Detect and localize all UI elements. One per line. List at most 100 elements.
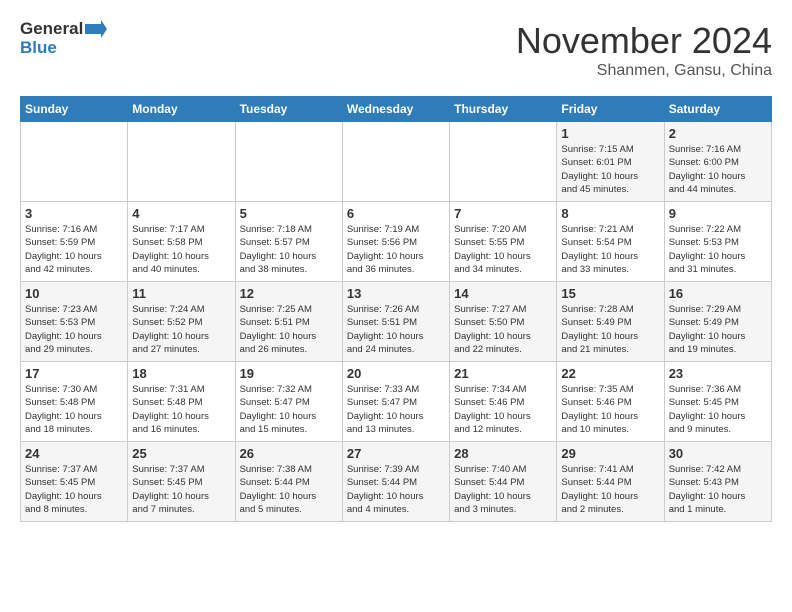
- day-info: Sunrise: 7:30 AM Sunset: 5:48 PM Dayligh…: [25, 383, 123, 436]
- day-info: Sunrise: 7:16 AM Sunset: 5:59 PM Dayligh…: [25, 223, 123, 276]
- week-row-3: 10 Sunrise: 7:23 AM Sunset: 5:53 PM Dayli…: [21, 282, 772, 362]
- day-number: 8: [561, 206, 659, 221]
- calendar-cell: [128, 122, 235, 202]
- day-info: Sunrise: 7:33 AM Sunset: 5:47 PM Dayligh…: [347, 383, 445, 436]
- day-number: 3: [25, 206, 123, 221]
- day-info: Sunrise: 7:39 AM Sunset: 5:44 PM Dayligh…: [347, 463, 445, 516]
- day-number: 12: [240, 286, 338, 301]
- day-number: 20: [347, 366, 445, 381]
- calendar-cell: 10 Sunrise: 7:23 AM Sunset: 5:53 PM Dayli…: [21, 282, 128, 362]
- day-info: Sunrise: 7:18 AM Sunset: 5:57 PM Dayligh…: [240, 223, 338, 276]
- calendar-cell: 2Sunrise: 7:16 AM Sunset: 6:00 PM Daylig…: [664, 122, 771, 202]
- day-number: 19: [240, 366, 338, 381]
- day-number: 17: [25, 366, 123, 381]
- day-info: Sunrise: 7:25 AM Sunset: 5:51 PM Dayligh…: [240, 303, 338, 356]
- day-number: 28: [454, 446, 552, 461]
- calendar-cell: 14Sunrise: 7:27 AM Sunset: 5:50 PM Dayli…: [450, 282, 557, 362]
- day-info: Sunrise: 7:29 AM Sunset: 5:49 PM Dayligh…: [669, 303, 767, 356]
- day-number: 10: [25, 286, 123, 301]
- day-info: Sunrise: 7:26 AM Sunset: 5:51 PM Dayligh…: [347, 303, 445, 356]
- logo-line2: Blue: [20, 39, 107, 58]
- day-info: Sunrise: 7:37 AM Sunset: 5:45 PM Dayligh…: [132, 463, 230, 516]
- day-info: Sunrise: 7:32 AM Sunset: 5:47 PM Dayligh…: [240, 383, 338, 436]
- day-header-saturday: Saturday: [664, 97, 771, 122]
- day-number: 14: [454, 286, 552, 301]
- day-number: 1: [561, 126, 659, 141]
- day-number: 11: [132, 286, 230, 301]
- month-title: November 2024: [516, 20, 772, 62]
- day-number: 16: [669, 286, 767, 301]
- calendar-cell: 15Sunrise: 7:28 AM Sunset: 5:49 PM Dayli…: [557, 282, 664, 362]
- week-row-1: 1 Sunrise: 7:15 AM Sunset: 6:01 PM Daylig…: [21, 122, 772, 202]
- day-header-tuesday: Tuesday: [235, 97, 342, 122]
- logo-container: General Blue: [20, 20, 107, 57]
- day-info: Sunrise: 7:22 AM Sunset: 5:53 PM Dayligh…: [669, 223, 767, 276]
- day-info: Sunrise: 7:28 AM Sunset: 5:49 PM Dayligh…: [561, 303, 659, 356]
- day-number: 4: [132, 206, 230, 221]
- day-info: Sunrise: 7:37 AM Sunset: 5:45 PM Dayligh…: [25, 463, 123, 516]
- week-row-4: 17 Sunrise: 7:30 AM Sunset: 5:48 PM Dayli…: [21, 362, 772, 442]
- calendar-cell: 8 Sunrise: 7:21 AM Sunset: 5:54 PM Daylig…: [557, 202, 664, 282]
- day-info: Sunrise: 7:31 AM Sunset: 5:48 PM Dayligh…: [132, 383, 230, 436]
- day-number: 18: [132, 366, 230, 381]
- day-number: 9: [669, 206, 767, 221]
- day-header-friday: Friday: [557, 97, 664, 122]
- title-block: November 2024 Shanmen, Gansu, China: [516, 20, 772, 80]
- logo-arrow-icon: [85, 20, 107, 38]
- calendar-cell: 22 Sunrise: 7:35 AM Sunset: 5:46 PM Dayli…: [557, 362, 664, 442]
- day-info: Sunrise: 7:38 AM Sunset: 5:44 PM Dayligh…: [240, 463, 338, 516]
- calendar-cell: 29 Sunrise: 7:41 AM Sunset: 5:44 PM Dayli…: [557, 442, 664, 522]
- day-info: Sunrise: 7:19 AM Sunset: 5:56 PM Dayligh…: [347, 223, 445, 276]
- day-header-sunday: Sunday: [21, 97, 128, 122]
- day-number: 2: [669, 126, 767, 141]
- day-number: 30: [669, 446, 767, 461]
- calendar-cell: 16 Sunrise: 7:29 AM Sunset: 5:49 PM Dayli…: [664, 282, 771, 362]
- day-header-thursday: Thursday: [450, 97, 557, 122]
- day-info: Sunrise: 7:24 AM Sunset: 5:52 PM Dayligh…: [132, 303, 230, 356]
- day-info: Sunrise: 7:21 AM Sunset: 5:54 PM Dayligh…: [561, 223, 659, 276]
- week-row-5: 24 Sunrise: 7:37 AM Sunset: 5:45 PM Dayli…: [21, 442, 772, 522]
- calendar-cell: 21 Sunrise: 7:34 AM Sunset: 5:46 PM Dayli…: [450, 362, 557, 442]
- calendar-table: SundayMondayTuesdayWednesdayThursdayFrid…: [20, 96, 772, 522]
- calendar-cell: 5Sunrise: 7:18 AM Sunset: 5:57 PM Daylig…: [235, 202, 342, 282]
- calendar-cell: 9 Sunrise: 7:22 AM Sunset: 5:53 PM Daylig…: [664, 202, 771, 282]
- calendar-cell: 18 Sunrise: 7:31 AM Sunset: 5:48 PM Dayli…: [128, 362, 235, 442]
- day-number: 6: [347, 206, 445, 221]
- calendar-cell: 4 Sunrise: 7:17 AM Sunset: 5:58 PM Daylig…: [128, 202, 235, 282]
- logo-line1: General: [20, 20, 83, 39]
- calendar-cell: 23Sunrise: 7:36 AM Sunset: 5:45 PM Dayli…: [664, 362, 771, 442]
- day-info: Sunrise: 7:36 AM Sunset: 5:45 PM Dayligh…: [669, 383, 767, 436]
- day-number: 7: [454, 206, 552, 221]
- day-header-monday: Monday: [128, 97, 235, 122]
- calendar-cell: 1 Sunrise: 7:15 AM Sunset: 6:01 PM Daylig…: [557, 122, 664, 202]
- calendar-cell: 30Sunrise: 7:42 AM Sunset: 5:43 PM Dayli…: [664, 442, 771, 522]
- day-header-wednesday: Wednesday: [342, 97, 449, 122]
- day-number: 21: [454, 366, 552, 381]
- page-header: General Blue November 2024 Shanmen, Gans…: [20, 20, 772, 80]
- header-row: SundayMondayTuesdayWednesdayThursdayFrid…: [21, 97, 772, 122]
- day-number: 13: [347, 286, 445, 301]
- day-info: Sunrise: 7:20 AM Sunset: 5:55 PM Dayligh…: [454, 223, 552, 276]
- calendar-cell: 27 Sunrise: 7:39 AM Sunset: 5:44 PM Dayli…: [342, 442, 449, 522]
- calendar-cell: [235, 122, 342, 202]
- calendar-cell: 11 Sunrise: 7:24 AM Sunset: 5:52 PM Dayli…: [128, 282, 235, 362]
- location-subtitle: Shanmen, Gansu, China: [516, 62, 772, 80]
- calendar-cell: 12 Sunrise: 7:25 AM Sunset: 5:51 PM Dayli…: [235, 282, 342, 362]
- day-number: 26: [240, 446, 338, 461]
- day-info: Sunrise: 7:34 AM Sunset: 5:46 PM Dayligh…: [454, 383, 552, 436]
- calendar-cell: 19 Sunrise: 7:32 AM Sunset: 5:47 PM Dayli…: [235, 362, 342, 442]
- calendar-cell: 26 Sunrise: 7:38 AM Sunset: 5:44 PM Dayli…: [235, 442, 342, 522]
- day-number: 27: [347, 446, 445, 461]
- day-number: 24: [25, 446, 123, 461]
- day-info: Sunrise: 7:41 AM Sunset: 5:44 PM Dayligh…: [561, 463, 659, 516]
- day-info: Sunrise: 7:23 AM Sunset: 5:53 PM Dayligh…: [25, 303, 123, 356]
- day-info: Sunrise: 7:17 AM Sunset: 5:58 PM Dayligh…: [132, 223, 230, 276]
- day-number: 29: [561, 446, 659, 461]
- day-info: Sunrise: 7:15 AM Sunset: 6:01 PM Dayligh…: [561, 143, 659, 196]
- calendar-cell: 6 Sunrise: 7:19 AM Sunset: 5:56 PM Daylig…: [342, 202, 449, 282]
- day-info: Sunrise: 7:35 AM Sunset: 5:46 PM Dayligh…: [561, 383, 659, 436]
- day-number: 22: [561, 366, 659, 381]
- calendar-cell: 20 Sunrise: 7:33 AM Sunset: 5:47 PM Dayli…: [342, 362, 449, 442]
- calendar-cell: [21, 122, 128, 202]
- calendar-cell: 25Sunrise: 7:37 AM Sunset: 5:45 PM Dayli…: [128, 442, 235, 522]
